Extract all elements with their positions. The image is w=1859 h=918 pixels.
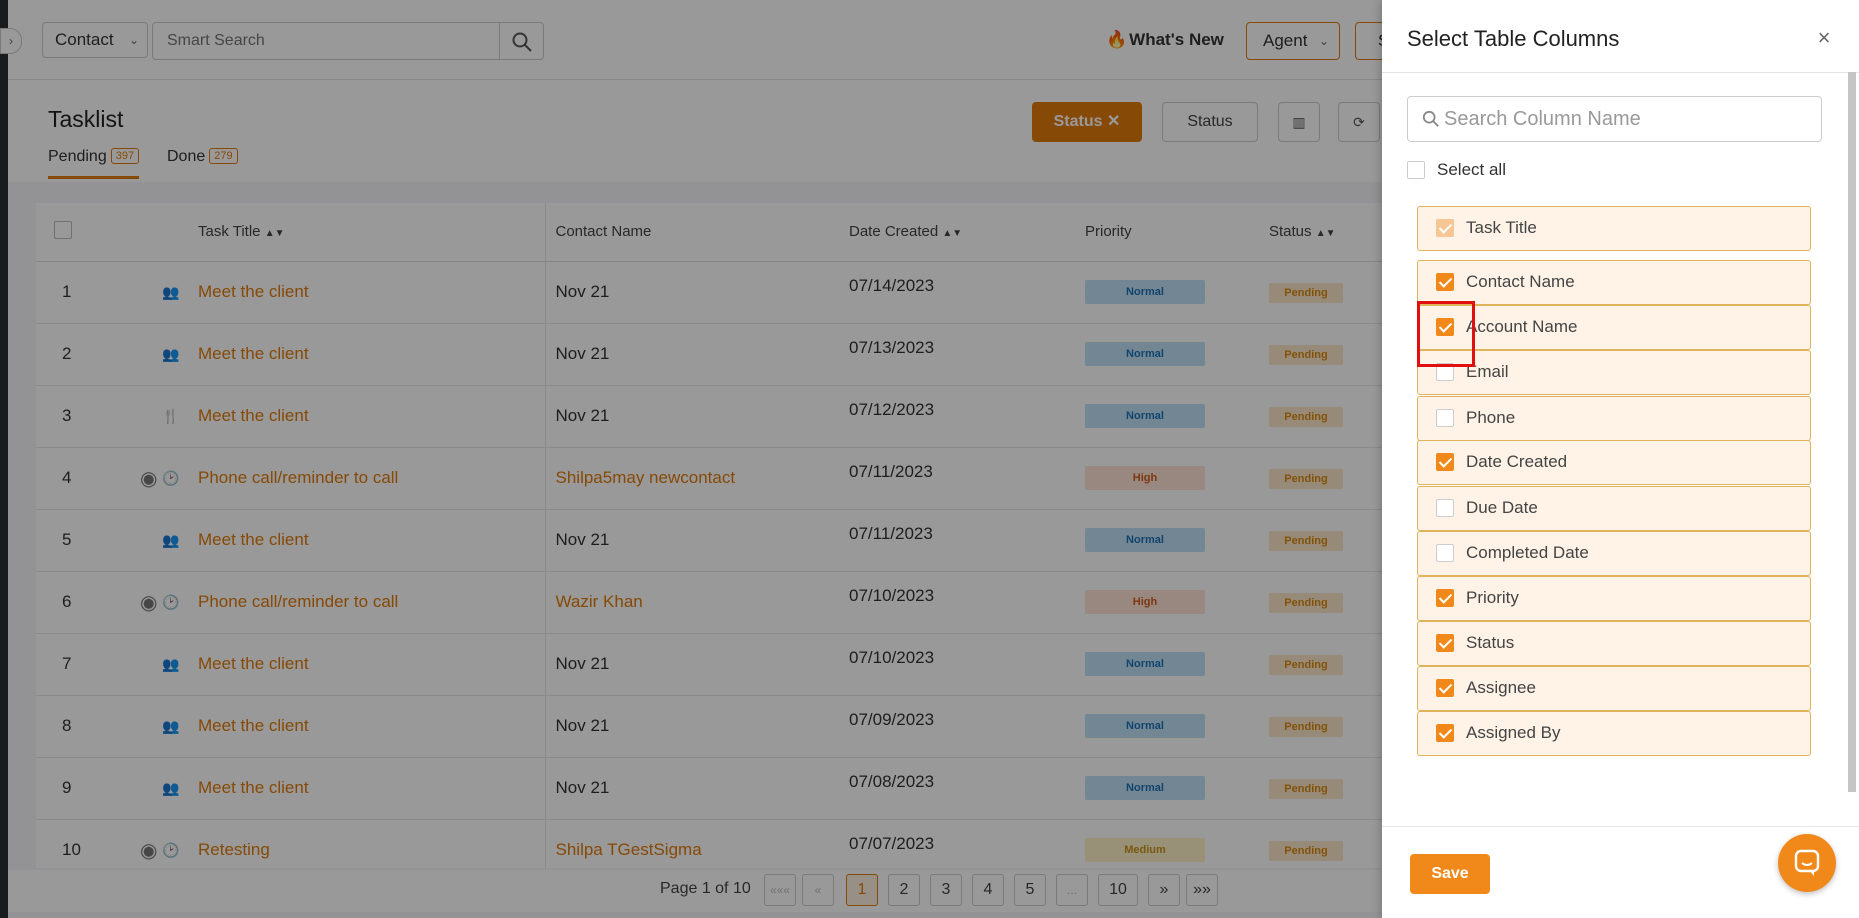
select-all-checkbox[interactable] [1407,161,1425,179]
column-option[interactable]: Contact Name [1417,260,1811,305]
column-option[interactable]: Completed Date [1417,531,1811,576]
column-option[interactable]: Assignee [1417,666,1811,711]
column-option[interactable]: Assigned By [1417,711,1811,756]
column-option[interactable]: Task Title [1417,206,1811,251]
column-label: Account Name [1466,317,1578,336]
select-columns-drawer: Select Table Columns × Select all Task T… [1382,0,1859,918]
column-search-input[interactable] [1444,105,1804,133]
column-option[interactable]: Date Created [1417,440,1811,485]
highlight-annotation [1417,301,1475,367]
column-checkbox[interactable] [1436,589,1454,607]
column-label: Contact Name [1466,272,1575,291]
column-checkbox[interactable] [1436,634,1454,652]
column-checkbox [1436,219,1454,237]
column-option[interactable]: Priority [1417,576,1811,621]
close-icon[interactable]: × [1812,26,1836,50]
column-label: Assigned By [1466,723,1561,742]
drawer-title: Select Table Columns [1407,26,1620,51]
column-checkbox[interactable] [1436,544,1454,562]
chat-launcher[interactable] [1778,834,1836,892]
column-checkbox[interactable] [1436,499,1454,517]
column-label: Status [1466,633,1515,652]
column-checkbox[interactable] [1436,724,1454,742]
chat-icon [1794,849,1820,876]
column-label: Task Title [1466,218,1537,237]
column-label: Due Date [1466,498,1538,517]
column-checkbox[interactable] [1436,453,1454,471]
column-label: Date Created [1466,452,1568,471]
column-checkbox[interactable] [1436,679,1454,697]
select-all-label: Select all [1437,160,1506,179]
column-checkbox[interactable] [1436,273,1454,291]
column-list: Task Title Contact Name Account Name Email P… [1382,202,1852,827]
divider [1382,72,1859,73]
modal-backdrop[interactable] [0,0,1382,918]
column-search-field[interactable] [1407,96,1822,142]
select-all-option[interactable]: Select all [1407,160,1506,182]
search-icon [1422,110,1439,127]
column-checkbox[interactable] [1436,409,1454,427]
column-option[interactable]: Due Date [1417,486,1811,531]
save-button[interactable]: Save [1410,854,1490,894]
drawer-scroll-thumb[interactable] [1848,72,1856,792]
column-label: Phone [1466,408,1516,427]
column-label: Priority [1466,588,1519,607]
column-option[interactable]: Phone [1417,396,1811,441]
column-option[interactable]: Email [1417,350,1811,395]
column-option[interactable]: Status [1417,621,1811,666]
column-label: Assignee [1466,678,1536,697]
column-option[interactable]: Account Name [1417,305,1811,350]
column-label: Completed Date [1466,543,1589,562]
